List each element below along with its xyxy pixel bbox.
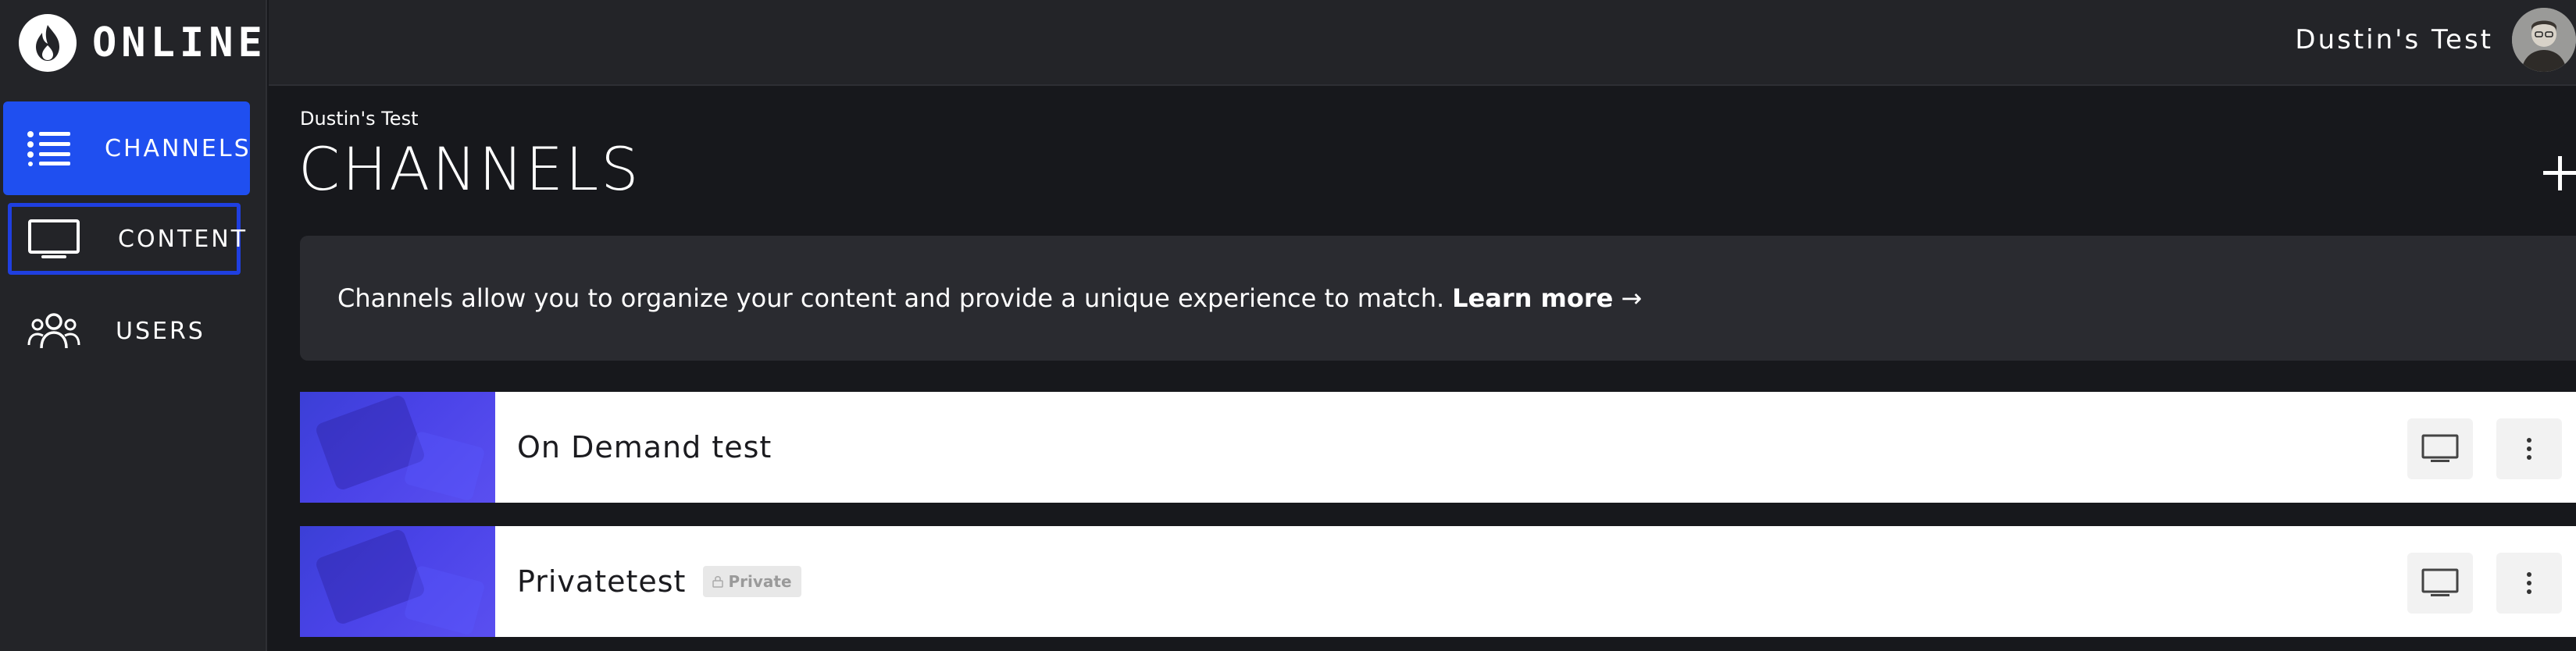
row-actions (2384, 553, 2562, 614)
sidebar-item-label: CHANNELS (105, 134, 252, 162)
private-badge: Private (703, 566, 801, 597)
avatar[interactable] (2512, 8, 2576, 72)
info-banner: Channels allow you to organize your cont… (300, 236, 2576, 361)
top-bar: Dustin's Test (269, 0, 2576, 86)
kebab-menu-icon (2527, 438, 2531, 460)
badge-label: Private (728, 572, 792, 591)
add-channel-button[interactable] (2540, 153, 2576, 194)
monitor-icon (2421, 434, 2459, 462)
breadcrumb[interactable]: Dustin's Test (300, 108, 418, 130)
plus-icon (2543, 156, 2576, 190)
kebab-menu-icon (2527, 572, 2531, 594)
more-options-button[interactable] (2496, 553, 2562, 614)
list-icon (27, 125, 70, 172)
sidebar-item-content[interactable]: CONTENT (8, 203, 245, 275)
monitor-icon (27, 215, 80, 262)
learn-more-link[interactable]: Learn more (1452, 283, 1613, 313)
more-options-button[interactable] (2496, 418, 2562, 479)
sidebar-item-label: CONTENT (118, 225, 248, 253)
info-text: Channels allow you to organize your cont… (337, 283, 1445, 313)
lock-icon (712, 576, 724, 588)
channel-row[interactable]: On Demand test (300, 392, 2576, 503)
view-content-button[interactable] (2407, 553, 2473, 614)
sidebar-item-label: USERS (116, 317, 205, 345)
sidebar-item-users[interactable]: USERS (3, 284, 250, 378)
logo-text: ONLINE (92, 20, 267, 66)
monitor-icon (2421, 568, 2459, 596)
channel-thumbnail (300, 392, 495, 503)
flame-logo-icon (19, 14, 77, 72)
sidebar: ONLINE CHANNELS CONTENT USERS (0, 0, 267, 651)
view-content-button[interactable] (2407, 418, 2473, 479)
user-name: Dustin's Test (2295, 24, 2493, 55)
channel-thumbnail (300, 526, 495, 637)
channel-title: On Demand test (517, 430, 772, 464)
row-actions (2384, 418, 2562, 479)
page-title: CHANNELS (298, 134, 641, 204)
channel-row[interactable]: Privatetest Private (300, 526, 2576, 637)
logo[interactable]: ONLINE (19, 14, 267, 72)
channel-title: Privatetest (517, 564, 687, 599)
sidebar-item-channels[interactable]: CHANNELS (3, 101, 250, 195)
users-icon (27, 308, 81, 354)
arrow-right-icon: → (1621, 283, 1643, 313)
user-menu[interactable]: Dustin's Test (2295, 8, 2576, 72)
